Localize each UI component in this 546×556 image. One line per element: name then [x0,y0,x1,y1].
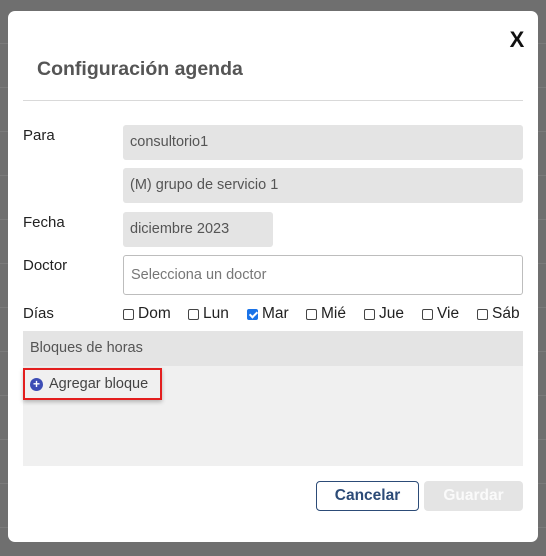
day-checkbox-sab[interactable]: Sáb [477,305,520,323]
divider [23,100,523,101]
day-label: Jue [379,305,404,322]
day-checkbox-lun[interactable]: Lun [188,305,229,323]
dias-label: Días [23,305,54,322]
checkbox-icon[interactable] [123,308,134,320]
day-checkbox-mar[interactable]: Mar [247,305,289,323]
day-label: Mar [262,305,289,322]
close-button[interactable]: X [506,28,528,52]
cancel-button[interactable]: Cancelar [316,481,419,511]
checkbox-icon[interactable] [306,308,317,320]
para-field: consultorio1 [123,125,523,160]
dialog-title: Configuración agenda [37,58,243,80]
day-checkbox-mie[interactable]: Mié [306,305,346,323]
day-label: Lun [203,305,229,322]
checkbox-icon[interactable] [364,308,375,320]
para-label: Para [23,127,55,144]
day-checkbox-dom[interactable]: Dom [123,305,171,323]
schedule-config-dialog: X Configuración agenda Para consultorio1… [8,11,538,542]
day-label: Dom [138,305,171,322]
day-label: Vie [437,305,460,322]
save-button[interactable]: Guardar [424,481,523,511]
add-block-label: Agregar bloque [49,376,149,392]
plus-circle-icon: + [30,377,43,391]
time-blocks-header: Bloques de horas [23,331,523,366]
doctor-label: Doctor [23,257,68,274]
day-label: Mié [321,305,346,322]
doctor-select[interactable]: Selecciona un doctor [123,255,523,295]
fecha-field: diciembre 2023 [123,212,273,247]
fecha-label: Fecha [23,214,65,231]
checkbox-checked-icon[interactable] [247,308,258,320]
checkbox-icon[interactable] [477,308,488,320]
checkbox-icon[interactable] [188,308,199,320]
add-block-button[interactable]: + Agregar bloque [23,368,162,400]
checkbox-icon[interactable] [422,308,433,320]
day-checkbox-jue[interactable]: Jue [364,305,404,323]
day-checkbox-vie[interactable]: Vie [422,305,459,323]
service-group-field: (M) grupo de servicio 1 [123,168,523,203]
day-label: Sáb [492,305,520,322]
